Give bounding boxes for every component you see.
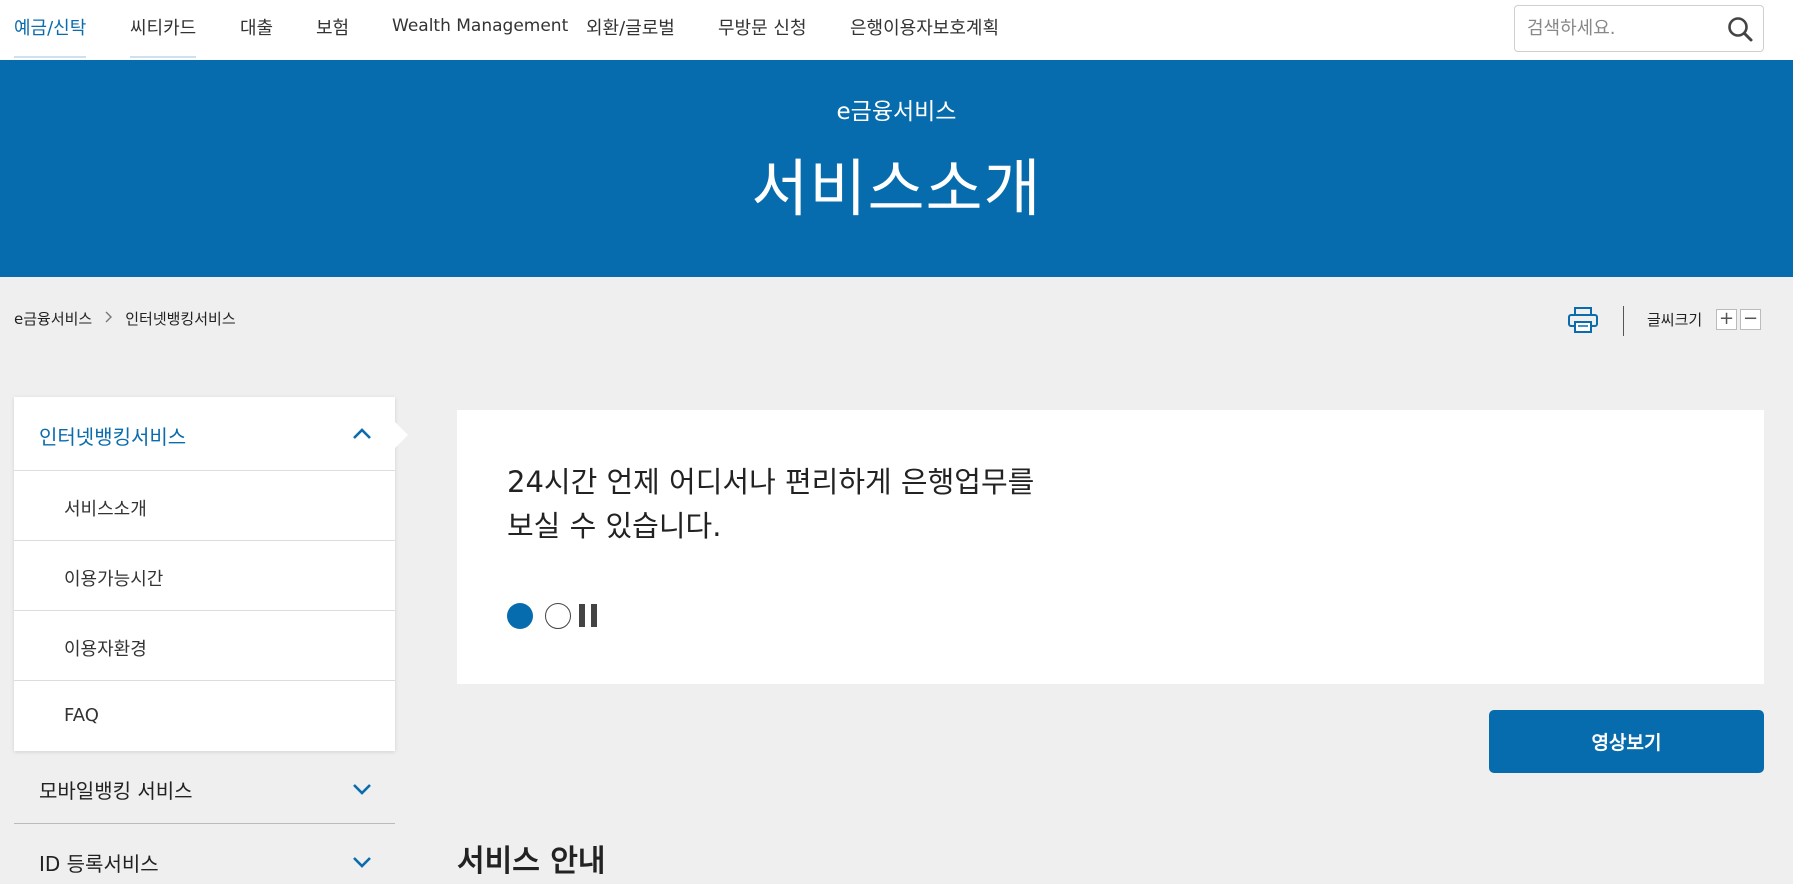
nav-item-user-protection-plan[interactable]: 은행이용자보호계획 bbox=[850, 14, 999, 40]
print-button[interactable] bbox=[1566, 306, 1600, 334]
font-size-label: 글씨크기 bbox=[1647, 311, 1703, 329]
sidebar-group-label: 모바일뱅킹 서비스 bbox=[39, 779, 193, 803]
chevron-right-icon bbox=[104, 310, 113, 328]
sidebar-item-label: 이용가능시간 bbox=[64, 569, 164, 590]
nav-hover-underline bbox=[130, 56, 197, 58]
search-icon bbox=[1728, 17, 1753, 42]
sidebar-item-label: 이용자환경 bbox=[64, 639, 147, 660]
nav-item-citicard[interactable]: 씨티카드 bbox=[130, 14, 197, 58]
slide-indicator-active[interactable] bbox=[507, 603, 533, 629]
sidebar-item-label: 서비스소개 bbox=[64, 499, 147, 520]
nav-item-label: 대출 bbox=[240, 18, 274, 39]
nav-item-label: 은행이용자보호계획 bbox=[850, 18, 1000, 39]
search-input[interactable] bbox=[1527, 6, 1722, 51]
sidebar-group-label: ID 등록서비스 bbox=[39, 852, 159, 876]
sidebar-group-label: 인터넷뱅킹서비스 bbox=[39, 425, 187, 449]
pause-icon bbox=[579, 604, 585, 627]
section-title: 서비스 안내 bbox=[457, 844, 606, 879]
nav-item-deposit[interactable]: 예금/신탁 bbox=[14, 14, 87, 58]
font-size-decrease-button[interactable]: − bbox=[1740, 309, 1761, 330]
chevron-down-icon bbox=[353, 857, 371, 868]
chevron-up-icon bbox=[353, 428, 371, 439]
sidebar-group-header[interactable]: 인터넷뱅킹서비스 bbox=[14, 397, 395, 471]
breadcrumb: e금융서비스 인터넷뱅킹서비스 bbox=[14, 308, 236, 329]
sidebar-group-id-registration[interactable]: ID 등록서비스 bbox=[14, 824, 395, 884]
nav-item-label: Wealth Management bbox=[392, 16, 569, 36]
search-box bbox=[1514, 5, 1764, 52]
nav-item-non-visit-application[interactable]: 무방문 신청 bbox=[718, 14, 807, 40]
sidebar-item-service-intro[interactable]: 서비스소개 bbox=[14, 471, 395, 541]
slide-indicator[interactable] bbox=[545, 603, 571, 629]
printer-icon bbox=[1568, 307, 1598, 333]
page-title: 서비스소개 bbox=[751, 152, 1042, 225]
sidebar: 인터넷뱅킹서비스 서비스소개 이용가능시간 이용자환경 FAQ 모바일뱅킹 서비… bbox=[14, 397, 408, 884]
sidebar-item-faq[interactable]: FAQ bbox=[14, 681, 395, 751]
hero-banner: e금융서비스 서비스소개 bbox=[0, 60, 1793, 277]
nav-item-loan[interactable]: 대출 bbox=[240, 14, 273, 40]
slide-text-line: 24시간 언제 어디서나 편리하게 은행업무를 bbox=[507, 465, 1035, 499]
sidebar-group-mobile-banking[interactable]: 모바일뱅킹 서비스 bbox=[14, 751, 395, 824]
sidebar-group-internet-banking: 인터넷뱅킹서비스 서비스소개 이용가능시간 이용자환경 FAQ bbox=[14, 397, 408, 751]
nav-item-label: 무방문 신청 bbox=[718, 18, 807, 39]
watch-video-button[interactable]: 영상보기 bbox=[1489, 710, 1764, 773]
hero-subtitle: e금융서비스 bbox=[836, 99, 957, 125]
nav-item-foreign-exchange[interactable]: 외환/글로벌 bbox=[586, 14, 675, 40]
top-navigation: 예금/신탁 씨티카드 대출 보험 Wealth Management 외환/글로… bbox=[0, 0, 1793, 60]
nav-item-wealth-management[interactable]: Wealth Management bbox=[392, 16, 568, 36]
font-size-increase-button[interactable]: + bbox=[1716, 309, 1737, 330]
chevron-down-icon bbox=[353, 784, 371, 795]
search-button[interactable] bbox=[1723, 12, 1757, 46]
slide-text: 24시간 언제 어디서나 편리하게 은행업무를 보실 수 있습니다. bbox=[507, 460, 1034, 548]
nav-item-label: 외환/글로벌 bbox=[586, 18, 675, 39]
nav-item-label: 씨티카드 bbox=[130, 18, 197, 39]
intro-slider: 24시간 언제 어디서나 편리하게 은행업무를 보실 수 있습니다. bbox=[457, 410, 1764, 684]
sidebar-item-available-hours[interactable]: 이용가능시간 bbox=[14, 541, 395, 611]
nav-item-insurance[interactable]: 보험 bbox=[316, 14, 349, 40]
pause-icon-bar bbox=[591, 604, 597, 627]
active-pointer bbox=[395, 422, 408, 448]
breadcrumb-item-efinance[interactable]: e금융서비스 bbox=[14, 308, 92, 329]
nav-active-underline bbox=[14, 56, 87, 58]
breadcrumb-item-internet-banking[interactable]: 인터넷뱅킹서비스 bbox=[125, 308, 235, 329]
slide-text-line: 보실 수 있습니다. bbox=[507, 509, 722, 543]
sidebar-item-label: FAQ bbox=[64, 705, 99, 726]
tools-divider bbox=[1623, 306, 1624, 336]
nav-item-label: 보험 bbox=[316, 18, 350, 39]
nav-item-label: 예금/신탁 bbox=[14, 18, 87, 39]
pause-button[interactable] bbox=[577, 602, 605, 630]
sidebar-item-user-environment[interactable]: 이용자환경 bbox=[14, 611, 395, 681]
